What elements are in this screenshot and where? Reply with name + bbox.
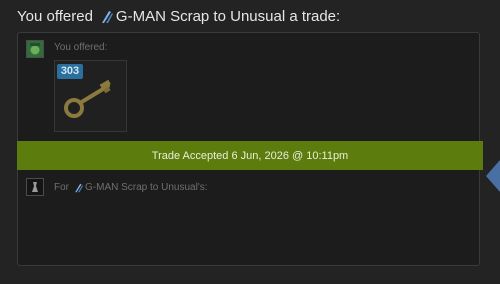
user-avatar[interactable] (26, 40, 44, 58)
heading-item-name[interactable]: G-MAN Scrap to Unusual (116, 8, 285, 25)
heading-suffix: a trade: (285, 8, 341, 25)
scrollbar-track (486, 0, 500, 284)
collapse-arrow-icon[interactable] (484, 160, 500, 192)
item-slash-icon (99, 10, 113, 24)
partner-slash-icon (73, 183, 83, 193)
for-partner-label: For G-MAN Scrap to Unusual 's: (54, 182, 208, 193)
partner-avatar[interactable] (26, 178, 44, 196)
heading-prefix: You offered (17, 8, 93, 25)
for-prefix: For (54, 182, 69, 193)
trade-status-banner: Trade Accepted 6 Jun, 2026 @ 10:11pm (17, 141, 483, 170)
for-suffix: 's: (197, 182, 208, 193)
for-item-name[interactable]: G-MAN Scrap to Unusual (85, 182, 198, 193)
trade-status-text: Trade Accepted 6 Jun, 2026 @ 10:11pm (151, 149, 349, 162)
trade-heading: You offered G-MAN Scrap to Unusual a tra… (17, 8, 340, 25)
key-icon (60, 76, 120, 120)
you-offered-label: You offered: (54, 42, 108, 53)
